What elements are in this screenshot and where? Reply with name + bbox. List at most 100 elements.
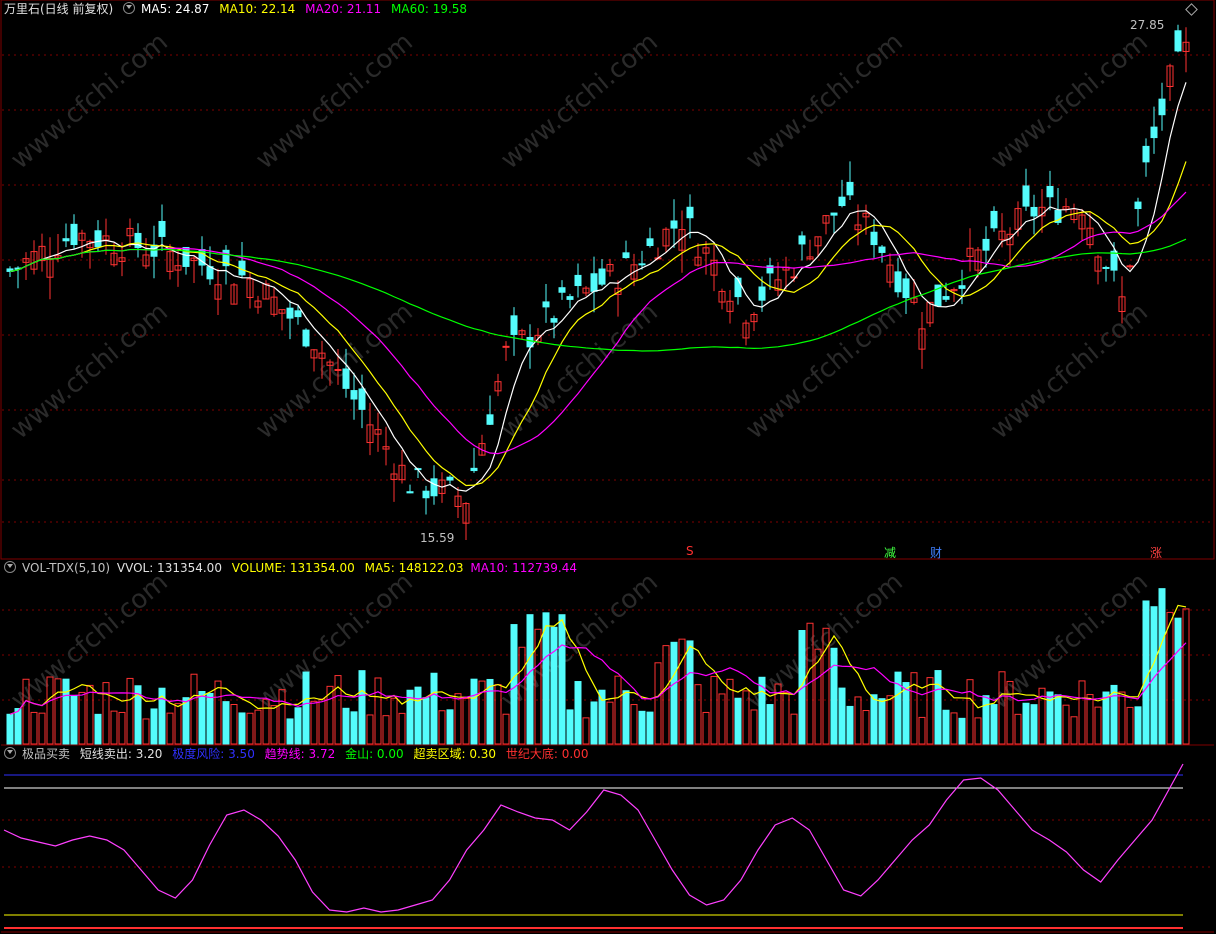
signal-reduce: 减 (884, 546, 897, 560)
candle-body (638, 263, 646, 266)
volume-bar (110, 710, 118, 745)
watermark-text: www.cfchi.com (5, 27, 174, 175)
volume-bar (350, 711, 358, 745)
candle-body (1158, 98, 1166, 116)
candle-body (574, 274, 582, 287)
volume-bar (1126, 706, 1134, 745)
volume-bar (366, 714, 374, 745)
volume-bar (958, 717, 966, 745)
volume-bar (942, 709, 950, 745)
volume-bar (550, 626, 558, 745)
candle-body (94, 230, 102, 248)
candle-body (566, 296, 574, 300)
watermark-text: www.cfchi.com (5, 567, 174, 715)
vol-indicator-name: VOL-TDX(5,10) (22, 561, 111, 575)
volume-bar (446, 709, 454, 745)
volume-readout: VOLUME: 131354.00 (231, 561, 355, 575)
volume-bar (246, 712, 254, 745)
century-bottom-readout: 世纪大底: 0.00 (505, 747, 589, 761)
trend-readout: 趋势线: 3.72 (264, 747, 336, 761)
extreme-risk-readout: 极度风险: 3.50 (172, 747, 255, 761)
volume-bar (622, 690, 630, 745)
volume-bar (390, 697, 398, 745)
candle-body (670, 220, 678, 229)
volume-bar (566, 709, 574, 745)
watermark-text: www.cfchi.com (5, 297, 174, 445)
candle-body (350, 390, 358, 400)
candle-body (598, 268, 606, 285)
candle-body (990, 210, 998, 229)
volume-bar (1174, 617, 1182, 745)
volume-bar (918, 716, 926, 745)
candle-body (1150, 126, 1158, 139)
volume-bar (198, 691, 206, 745)
signal-finance: 财 (930, 546, 943, 560)
volume-bar (126, 677, 134, 745)
volume-bar (206, 692, 214, 745)
candle-body (1134, 201, 1142, 210)
candle-body (406, 491, 414, 494)
volume-bar (174, 703, 182, 745)
candle-body (1174, 30, 1182, 52)
volume-bar (654, 662, 662, 745)
volume-bar (1070, 716, 1078, 745)
volume-bar (526, 614, 534, 745)
volume-bar (966, 679, 974, 745)
candle-body (446, 476, 454, 481)
volume-bar (734, 697, 742, 745)
dropdown-icon[interactable] (4, 561, 16, 573)
volume-bar (990, 704, 998, 745)
volume-bar (302, 671, 310, 745)
volume-bar (118, 711, 126, 745)
ma5-readout: MA5: 24.87 (141, 2, 210, 16)
candle-body (334, 368, 342, 371)
volume-bar (510, 624, 518, 745)
volume-bar (750, 709, 758, 745)
watermark-text: www.cfchi.com (985, 567, 1154, 715)
volume-bar (374, 677, 382, 745)
volume-bar (974, 717, 982, 745)
volume-bar (334, 675, 342, 745)
short-sell-readout: 短线卖出: 3.20 (79, 747, 163, 761)
stock-title: 万里石(日线 前复权) (4, 2, 114, 16)
candle-body (430, 478, 438, 497)
chart-window[interactable]: www.cfchi.com www.cfchi.com www.cfchi.com w… (0, 0, 1216, 934)
candle-body (510, 315, 518, 335)
candle-body (646, 238, 654, 247)
candle-body (590, 273, 598, 292)
volume-bar (758, 676, 766, 745)
volume-bar (926, 677, 934, 745)
volume-bar (790, 713, 798, 745)
candle-body (1102, 266, 1110, 269)
volume-bar (310, 700, 318, 745)
volume-bar (694, 684, 702, 745)
volume-bar (422, 697, 430, 745)
candle-body (1022, 185, 1030, 207)
candle-body (1126, 265, 1134, 268)
candle-body (342, 368, 350, 389)
volume-bar (870, 694, 878, 745)
volume-bar (614, 675, 622, 745)
volume-bar (838, 687, 846, 745)
volume-bar (470, 678, 478, 745)
candle-body (958, 285, 966, 289)
candle-body (158, 220, 166, 237)
volume-bar (254, 709, 262, 745)
candle-body (830, 212, 838, 216)
volume-bar (214, 680, 222, 745)
volume-bar (662, 645, 670, 745)
volume-bar (62, 678, 70, 745)
volume-bar (230, 704, 238, 745)
volume-bar (1062, 704, 1070, 745)
dropdown-icon[interactable] (123, 2, 136, 14)
kline-chart[interactable]: www.cfchi.com www.cfchi.com www.cfchi.com w… (0, 0, 1216, 934)
volume-bar (166, 712, 174, 745)
signal-rise: 涨 (1150, 546, 1163, 560)
volume-bar (670, 641, 678, 745)
volume-bar (1134, 706, 1142, 745)
vol-ma10-readout: MA10: 112739.44 (470, 561, 577, 575)
dropdown-icon[interactable] (4, 747, 16, 759)
volume-bar (1078, 680, 1086, 745)
candle-body (870, 231, 878, 246)
volume-bar (598, 689, 606, 745)
